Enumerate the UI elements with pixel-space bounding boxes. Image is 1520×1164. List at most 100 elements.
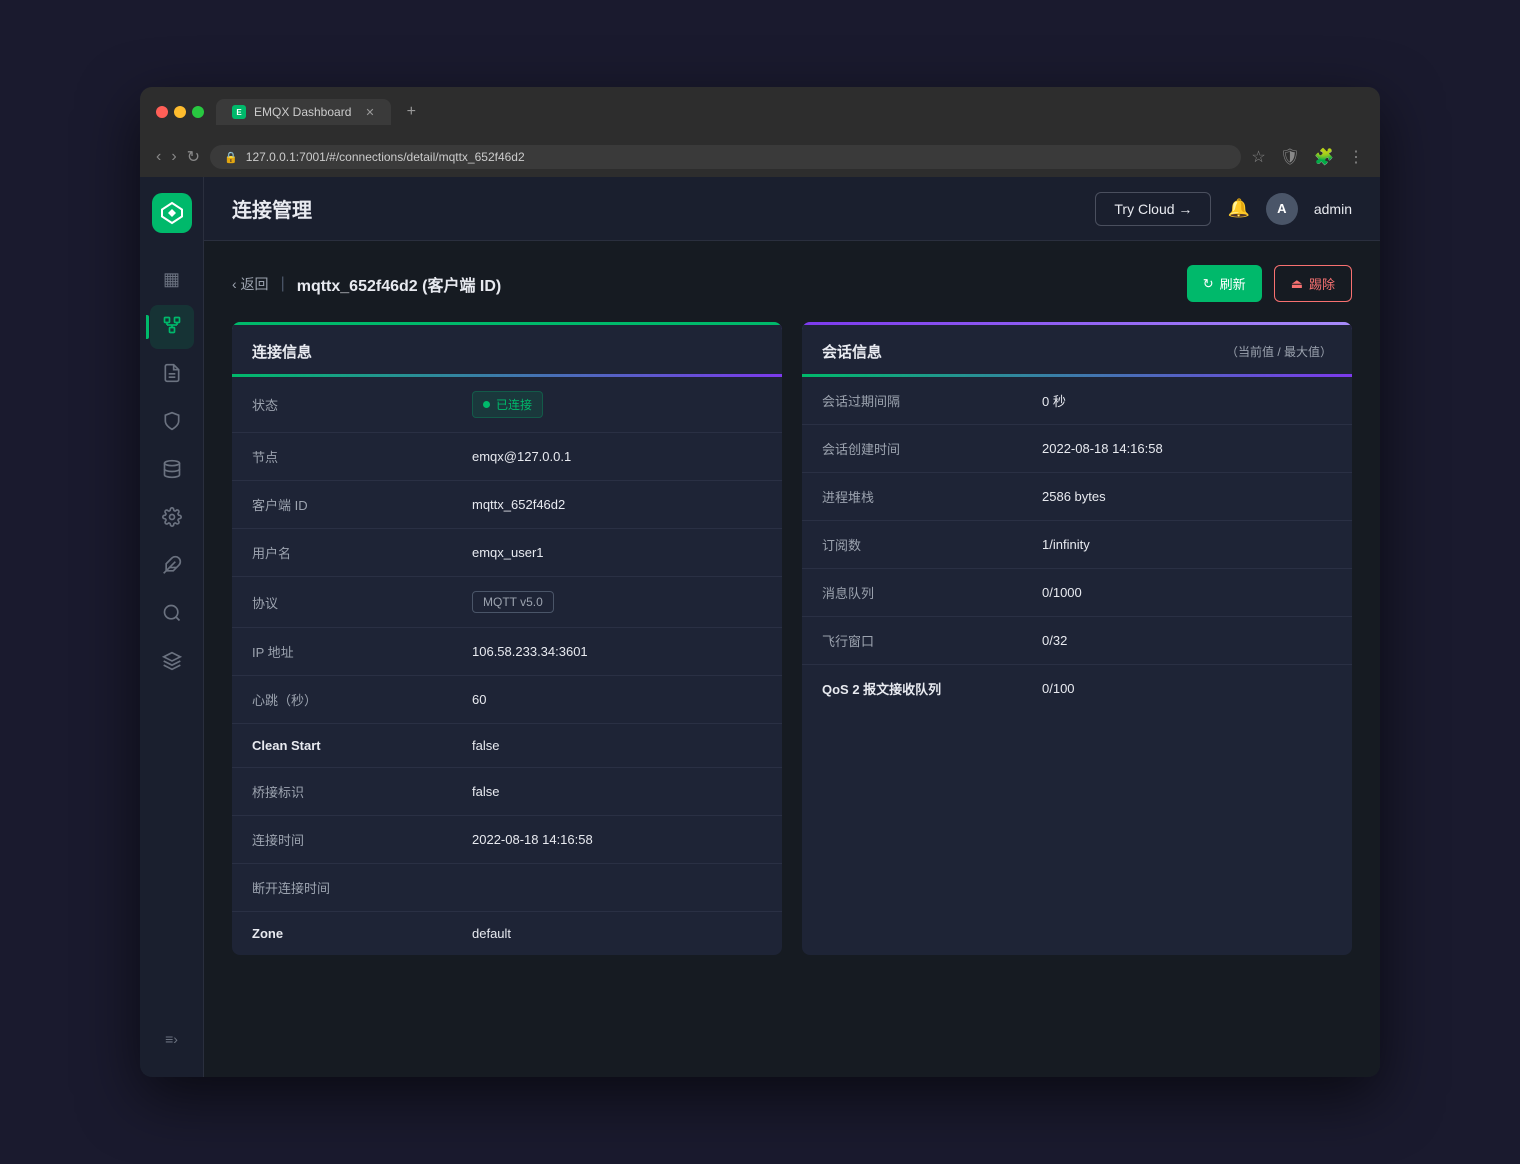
browser-urlbar: ‹ › ↻ 🔒 127.0.0.1:7001/#/connections/det… <box>140 137 1380 177</box>
lock-icon: 🔒 <box>224 151 238 164</box>
row-value: mqttx_652f46d2 <box>452 481 782 529</box>
try-cloud-button[interactable]: Try Cloud → <box>1095 192 1211 226</box>
notification-bell-icon[interactable]: 🔔 <box>1227 198 1249 219</box>
tab-close-icon[interactable]: ✕ <box>365 106 374 119</box>
app-container: ▦ <box>140 177 1380 1077</box>
tab-title: EMQX Dashboard <box>254 105 351 119</box>
row-value: false <box>452 768 782 816</box>
search-icon <box>162 603 182 628</box>
new-tab-icon[interactable]: + <box>407 103 416 121</box>
row-label: 连接时间 <box>232 816 452 864</box>
breadcrumb-actions: ↻ 刷新 ⏏ 踢除 <box>1187 265 1352 302</box>
sidebar-item-modules[interactable] <box>150 641 194 685</box>
row-label: 飞行窗口 <box>802 617 1022 665</box>
row-label: 消息队列 <box>802 569 1022 617</box>
shield-icon: 🛡 <box>1280 147 1300 167</box>
page-title: 连接管理 <box>232 194 1079 223</box>
main-content: ‹ 返回 | mqttx_652f46d2 (客户端 ID) ↻ 刷新 ⏏ 踢除 <box>204 241 1380 1077</box>
protocol-badge: MQTT v5.0 <box>472 591 554 613</box>
row-value: MQTT v5.0 <box>452 577 782 628</box>
bookmark-icon[interactable]: ☆ <box>1251 147 1265 167</box>
table-row: 节点 emqx@127.0.0.1 <box>232 433 782 481</box>
gear-icon <box>162 507 182 532</box>
table-row: 连接时间 2022-08-18 14:16:58 <box>232 816 782 864</box>
browser-tab[interactable]: E EMQX Dashboard ✕ <box>216 99 391 125</box>
sidebar-item-monitor[interactable]: ▦ <box>150 257 194 301</box>
close-traffic-light[interactable] <box>156 106 168 118</box>
extensions-icon[interactable]: 🧩 <box>1314 147 1334 167</box>
sidebar-item-collapse[interactable]: ≡› <box>150 1017 194 1061</box>
session-panel-subtitle: （当前值 / 最大值） <box>1226 343 1332 360</box>
row-value: default <box>452 912 782 956</box>
menu-icon[interactable]: ⋮ <box>1348 147 1364 167</box>
session-panel-header: 会话信息 （当前值 / 最大值） <box>802 325 1352 377</box>
breadcrumb-title: mqttx_652f46d2 (客户端 ID) <box>297 272 502 296</box>
reload-nav-button[interactable]: ↻ <box>187 147 200 167</box>
table-row: 用户名 emqx_user1 <box>232 529 782 577</box>
sidebar-item-diagnostic[interactable] <box>150 593 194 637</box>
app-header: 连接管理 Try Cloud → 🔔 A admin <box>204 177 1380 241</box>
back-button[interactable]: ‹ 返回 <box>232 274 269 294</box>
main-panel: 连接管理 Try Cloud → 🔔 A admin ‹ 返回 | mqttx_… <box>204 177 1380 1077</box>
row-value: 已连接 <box>452 377 782 433</box>
table-row: 进程堆栈 2586 bytes <box>802 473 1352 521</box>
row-label: 订阅数 <box>802 521 1022 569</box>
shield-security-icon <box>162 411 182 436</box>
sidebar-bottom: ≡› <box>150 1017 194 1061</box>
row-label: Zone <box>232 912 452 956</box>
row-value: emqx_user1 <box>452 529 782 577</box>
sidebar-item-security[interactable] <box>150 401 194 445</box>
row-label: 心跳（秒） <box>232 676 452 724</box>
status-text: 已连接 <box>496 396 532 413</box>
row-label: Clean Start <box>232 724 452 768</box>
back-nav-button[interactable]: ‹ <box>156 148 161 166</box>
row-value: 2586 bytes <box>1022 473 1352 521</box>
row-label: 断开连接时间 <box>232 864 452 912</box>
table-row: 状态 已连接 <box>232 377 782 433</box>
session-panel-title: 会话信息 <box>822 341 882 362</box>
forward-nav-button[interactable]: › <box>171 148 176 166</box>
sidebar-item-connections[interactable] <box>150 305 194 349</box>
row-label: 状态 <box>232 377 452 433</box>
table-row: 客户端 ID mqttx_652f46d2 <box>232 481 782 529</box>
sidebar-item-subscriptions[interactable] <box>150 353 194 397</box>
row-value: 0/1000 <box>1022 569 1352 617</box>
row-value <box>452 864 782 912</box>
session-info-table: 会话过期间隔 0 秒 会话创建时间 2022-08-18 14:16:58 进程… <box>802 377 1352 712</box>
row-label: QoS 2 报文接收队列 <box>802 665 1022 713</box>
row-label: 会话创建时间 <box>802 425 1022 473</box>
table-row: 断开连接时间 <box>232 864 782 912</box>
row-label: 用户名 <box>232 529 452 577</box>
browser-window: E EMQX Dashboard ✕ + ‹ › ↻ 🔒 127.0.0.1:7… <box>140 87 1380 1077</box>
zone-label: Zone <box>252 926 283 941</box>
table-row: QoS 2 报文接收队列 0/100 <box>802 665 1352 713</box>
url-input[interactable]: 🔒 127.0.0.1:7001/#/connections/detail/mq… <box>210 145 1241 169</box>
status-badge: 已连接 <box>472 391 543 418</box>
refresh-button[interactable]: ↻ 刷新 <box>1187 265 1262 302</box>
row-label: 会话过期间隔 <box>802 377 1022 425</box>
database-icon <box>162 459 182 484</box>
row-value: 60 <box>452 676 782 724</box>
minimize-traffic-light[interactable] <box>174 106 186 118</box>
sidebar-logo <box>152 193 192 233</box>
table-row: 会话过期间隔 0 秒 <box>802 377 1352 425</box>
kick-button[interactable]: ⏏ 踢除 <box>1274 265 1352 302</box>
row-label: 节点 <box>232 433 452 481</box>
kick-label: 踢除 <box>1309 274 1335 293</box>
sidebar-item-plugins[interactable] <box>150 545 194 589</box>
connection-info-table: 状态 已连接 节点 <box>232 377 782 955</box>
refresh-label: 刷新 <box>1220 274 1246 293</box>
sidebar-item-settings[interactable] <box>150 497 194 541</box>
connection-panel: 连接信息 状态 已连接 <box>232 322 782 955</box>
row-label: IP 地址 <box>232 628 452 676</box>
table-row: 飞行窗口 0/32 <box>802 617 1352 665</box>
row-value: 0/32 <box>1022 617 1352 665</box>
url-text: 127.0.0.1:7001/#/connections/detail/mqtt… <box>246 150 525 164</box>
row-value: 2022-08-18 14:16:58 <box>1022 425 1352 473</box>
row-label: 桥接标识 <box>232 768 452 816</box>
sidebar-item-data[interactable] <box>150 449 194 493</box>
table-row: Zone default <box>232 912 782 956</box>
row-label: 客户端 ID <box>232 481 452 529</box>
maximize-traffic-light[interactable] <box>192 106 204 118</box>
table-row: 协议 MQTT v5.0 <box>232 577 782 628</box>
